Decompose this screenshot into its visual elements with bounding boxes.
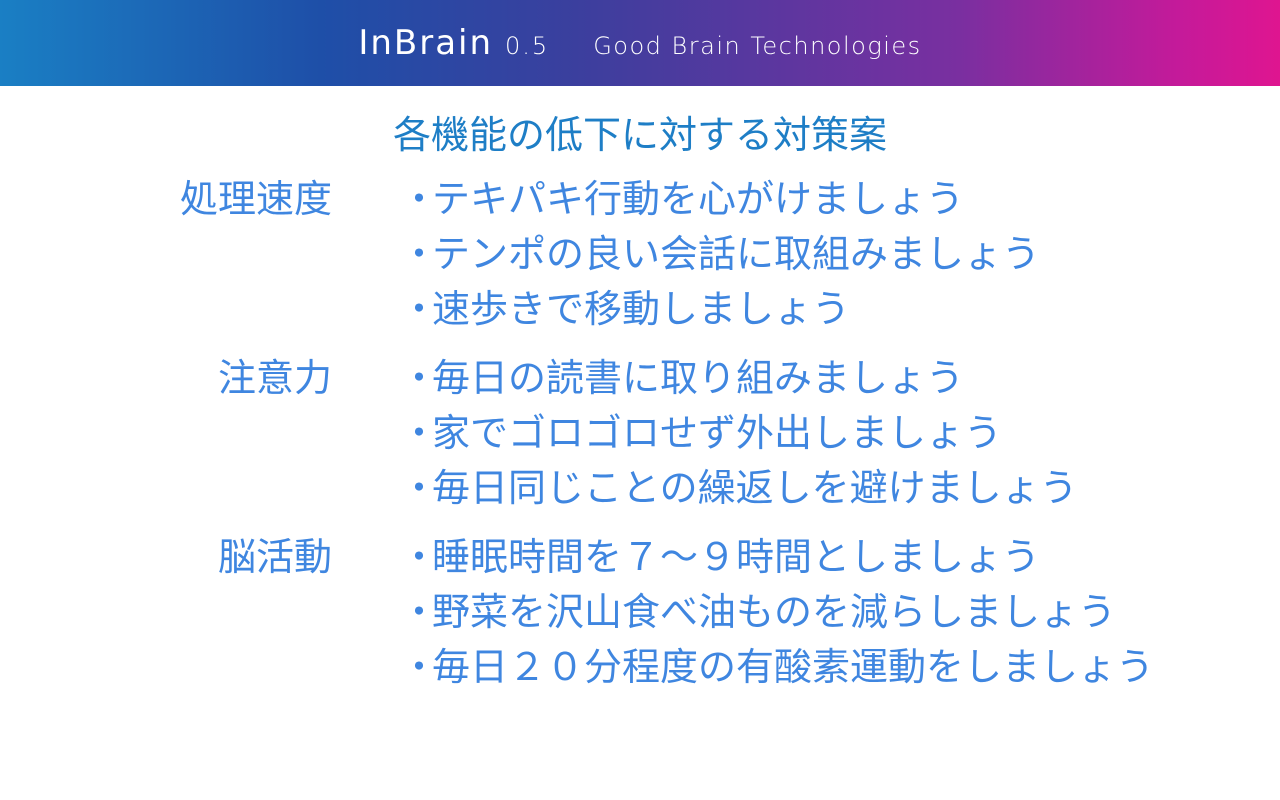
list-item: ・毎日２０分程度の有酸素運動をしましょう xyxy=(400,640,1154,695)
recommendation-list: ・毎日の読書に取り組みましょう ・家でゴロゴロせず外出しましょう ・毎日同じこと… xyxy=(400,351,1078,516)
item-text: 毎日同じことの繰返しを避けましょう xyxy=(432,466,1078,510)
item-text: 野菜を沢山食べ油ものを減らしましょう xyxy=(432,590,1117,634)
app-name: InBrain xyxy=(358,23,494,63)
bullet: ・ xyxy=(400,287,439,331)
list-item: ・速歩きで移動しましょう xyxy=(400,282,1040,337)
list-item: ・テキパキ行動を心がけましょう xyxy=(400,172,1040,227)
item-text: 速歩きで移動しましょう xyxy=(432,287,851,331)
bullet: ・ xyxy=(400,590,439,634)
item-text: テキパキ行動を心がけましょう xyxy=(432,177,965,221)
bullet: ・ xyxy=(400,645,439,689)
recommendation-list: ・睡眠時間を７～９時間としましょう ・野菜を沢山食べ油ものを減らしましょう ・毎… xyxy=(400,530,1154,695)
item-text: 毎日の読書に取り組みましょう xyxy=(432,356,965,400)
recommendation-list: ・テキパキ行動を心がけましょう ・テンポの良い会話に取組みましょう ・速歩きで移… xyxy=(400,172,1040,337)
category-label: 脳活動 xyxy=(217,535,332,579)
brand: InBrain 0.5 Good Brain Technologies xyxy=(358,23,921,63)
list-item: ・家でゴロゴロせず外出しましょう xyxy=(400,406,1078,461)
bullet: ・ xyxy=(400,411,439,455)
bullet: ・ xyxy=(400,535,439,579)
item-text: テンポの良い会話に取組みましょう xyxy=(432,232,1041,276)
item-text: 家でゴロゴロせず外出しましょう xyxy=(432,411,1003,455)
page-title: 各機能の低下に対する対策案 xyxy=(392,113,887,157)
bullet: ・ xyxy=(400,466,439,510)
bullet: ・ xyxy=(400,232,439,276)
list-item: ・睡眠時間を７～９時間としましょう xyxy=(400,530,1154,585)
list-item: ・野菜を沢山食べ油ものを減らしましょう xyxy=(400,585,1154,640)
list-item: ・テンポの良い会話に取組みましょう xyxy=(400,227,1040,282)
item-text: 睡眠時間を７～９時間としましょう xyxy=(432,535,1041,579)
list-item: ・毎日同じことの繰返しを避けましょう xyxy=(400,461,1078,516)
company-name: Good Brain Technologies xyxy=(593,32,922,60)
item-text: 毎日２０分程度の有酸素運動をしましょう xyxy=(432,645,1155,689)
bullet: ・ xyxy=(400,177,439,221)
category-label: 処理速度 xyxy=(179,177,332,221)
category-label: 注意力 xyxy=(217,356,332,400)
list-item: ・毎日の読書に取り組みましょう xyxy=(400,351,1078,406)
bullet: ・ xyxy=(400,356,439,400)
app-header: InBrain 0.5 Good Brain Technologies xyxy=(0,0,1280,86)
app-version: 0.5 xyxy=(505,32,550,60)
